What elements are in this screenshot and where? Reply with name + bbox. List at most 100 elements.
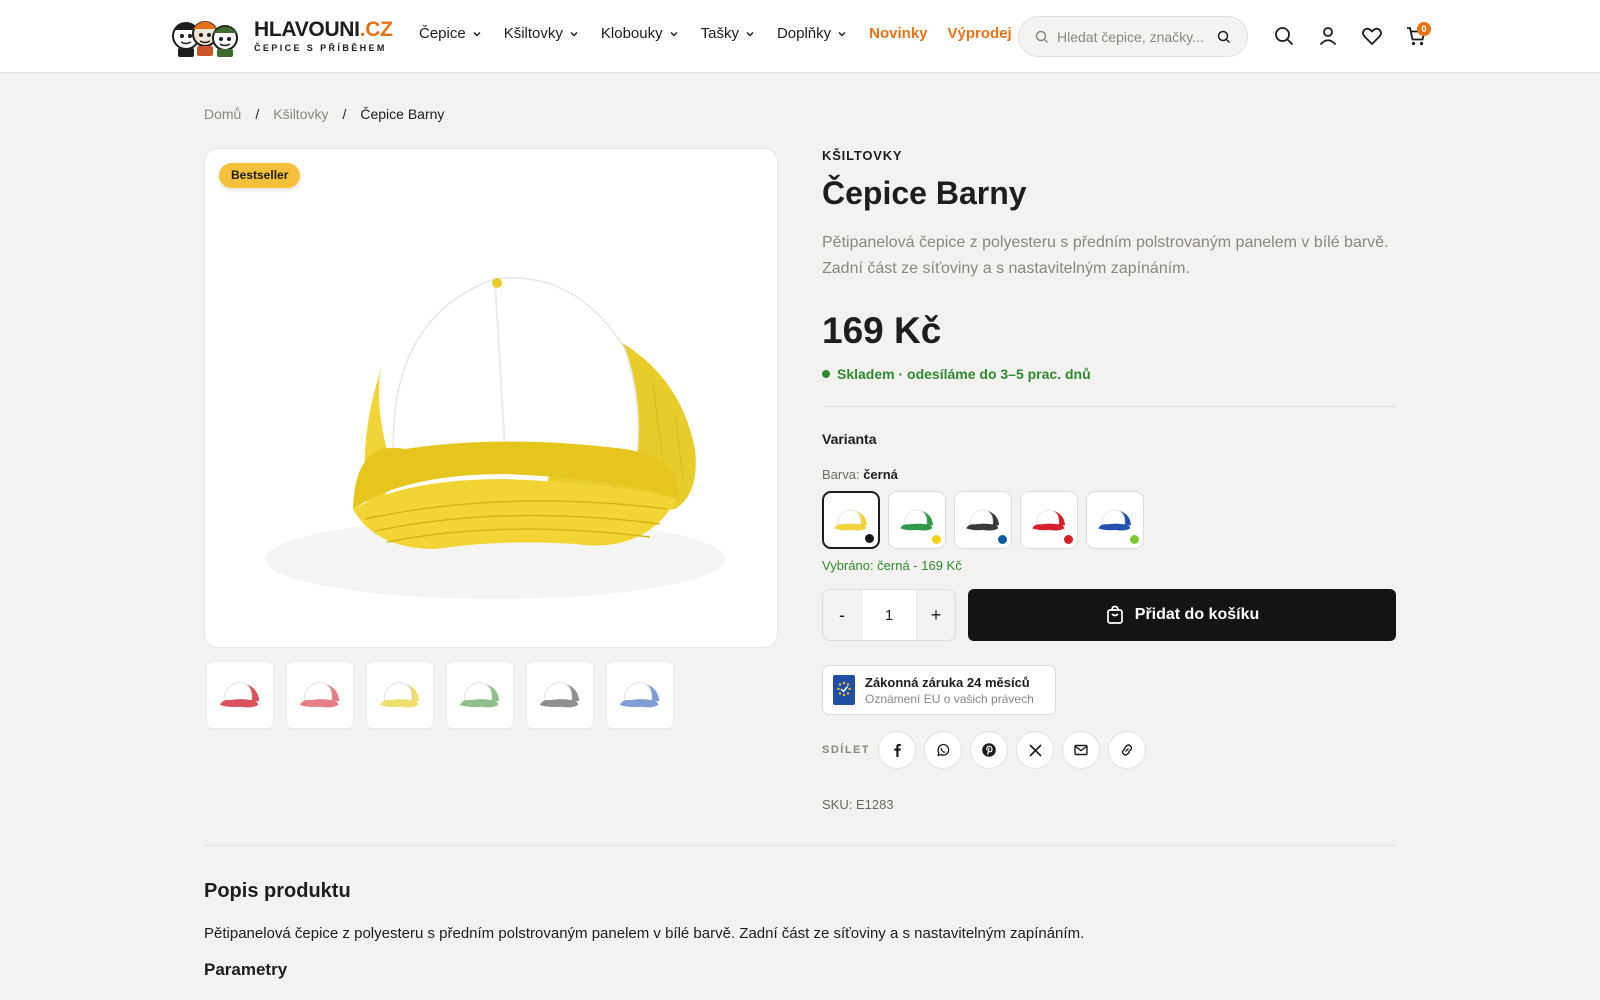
product-sku: SKU: E1283 [822,797,894,812]
product-price: 169 Kč [822,310,942,351]
thumbnail-strip [206,661,686,729]
logo-tld-text: .CZ [359,18,393,41]
gallery-thumbnail[interactable] [526,661,594,729]
buy-row: - + Přidat do košíku [822,589,1396,641]
heart-wishlist-icon[interactable] [1361,25,1383,47]
cap-icon [900,509,933,531]
pinterest-icon [982,743,996,757]
search-submit-icon[interactable] [1217,30,1231,44]
color-swatch[interactable] [954,491,1012,549]
yellow-trucker-cap-image [265,277,725,599]
nav-item-novinky[interactable]: Novinky [869,25,927,42]
nav-item-doplnky[interactable]: Doplňky [777,25,847,42]
color-value: černá [863,467,898,482]
share-whatsapp-button[interactable] [924,731,962,769]
cap-icon [379,682,420,708]
color-dot-icon [997,534,1008,545]
logo-tagline: ČEPICE S PŘÍBĚHEM [254,43,387,53]
nav-label: Čepice [419,25,466,42]
nav-label: Tašky [700,25,739,42]
cap-icon [966,509,999,531]
nav-item-cepice[interactable]: Čepice [419,25,482,42]
variant-heading: Varianta [822,431,877,447]
stock-text: Skladem · odesíláme do 3–5 prac. dnů [837,366,1091,382]
cap-icon [299,682,340,708]
qty-minus-button[interactable]: - [823,590,861,640]
color-swatch[interactable] [888,491,946,549]
divider [822,406,1396,407]
color-swatch[interactable] [822,491,880,549]
share-pinterest-button[interactable] [970,731,1008,769]
description-text: Pětipanelová čepice z polyesteru s předn… [204,925,1085,942]
nav-label: Kšiltovky [503,25,563,42]
gallery-thumbnail[interactable] [366,661,434,729]
gallery-thumbnail[interactable] [206,661,274,729]
user-account-icon[interactable] [1317,25,1339,47]
chevron-down-icon [838,31,846,36]
qty-input[interactable] [861,590,917,640]
nav-item-ksiltovky[interactable]: Kšiltovky [504,25,579,42]
chevron-down-icon [570,31,578,36]
logo-wordmark: HLAVOUNI.CZ ČEPICE S PŘÍBĚHEM [254,19,393,53]
nav-label: Klobouky [600,25,663,42]
breadcrumb-current: Čepice Barny [360,106,445,122]
stock-status: Skladem · odesíláme do 3–5 prac. dnů [822,366,1396,382]
warranty-subtitle: Oznámení EU o vašich právech [865,691,1034,706]
stock-dot-icon [822,370,830,378]
product-title: Čepice Barny [822,175,1027,211]
share-x-button[interactable] [1016,731,1054,769]
search-icon[interactable] [1273,25,1295,47]
color-dot-icon [1129,534,1140,545]
color-dot-icon [864,533,875,544]
nav-label: Doplňky [776,25,832,42]
description-heading: Popis produktu [204,880,351,902]
whatsapp-icon [937,743,950,757]
color-swatches [822,491,1396,549]
quantity-stepper: - + [822,589,956,641]
cap-icon [459,682,500,708]
breadcrumb-category[interactable]: Kšiltovky [273,106,328,122]
chevron-down-icon [746,31,754,36]
warranty-title: Zákonná záruka 24 měsíců [865,674,1030,690]
breadcrumb-home[interactable]: Domů [204,106,241,122]
chevron-down-icon [473,31,481,36]
shopping-bag-icon [1106,605,1123,624]
x-icon [1028,743,1042,757]
share-label: SDÍLET [822,744,871,756]
mail-icon [1074,744,1088,756]
color-label-text: Barva: [822,467,860,482]
cap-icon [619,682,660,708]
color-dot-icon [1063,534,1074,545]
link-icon [1121,744,1133,756]
cap-icon [1098,509,1131,531]
qty-plus-button[interactable]: + [917,590,955,640]
gallery-thumbnail[interactable] [606,661,674,729]
cap-icon [834,509,867,531]
facebook-icon [894,743,901,757]
nav-item-vyprodej[interactable]: Výprodej [948,25,1012,42]
breadcrumb-separator: / [342,106,347,122]
add-to-cart-button[interactable]: Přidat do košíku [968,589,1396,641]
share-facebook-button[interactable] [878,731,916,769]
color-swatch[interactable] [1086,491,1144,549]
nav-item-klobouky[interactable]: Klobouky [601,25,679,42]
site-logo[interactable]: HLAVOUNI.CZ ČEPICE S PŘÍBĚHEM [168,14,393,58]
mascots-logo-icon [172,21,238,57]
breadcrumb: Domů / Kšiltovky / Čepice Barny [204,106,444,122]
share-email-button[interactable] [1062,731,1100,769]
product-main-image[interactable]: Bestseller [204,148,778,648]
product-short-description: Pětipanelová čepice z polyesteru s předn… [822,234,1389,277]
nav-item-tasky[interactable]: Tašky [701,25,755,42]
color-swatch[interactable] [1020,491,1078,549]
gallery-thumbnail[interactable] [286,661,354,729]
copy-link-button[interactable] [1108,731,1146,769]
search-icon [1035,30,1049,43]
gallery-thumbnail[interactable] [446,661,514,729]
search-input[interactable] [1057,28,1217,45]
product-info: KŠILTOVKY Čepice Barny Pětipanelová čepi… [822,148,1396,812]
add-to-cart-label: Přidat do košíku [1134,606,1260,623]
cap-icon [1032,509,1065,531]
cart-count-badge: 0 [1417,22,1431,36]
warranty-notice[interactable]: Zákonná záruka 24 měsíců Oznámení EU o v… [822,665,1056,715]
eu-flag-icon [833,675,855,705]
